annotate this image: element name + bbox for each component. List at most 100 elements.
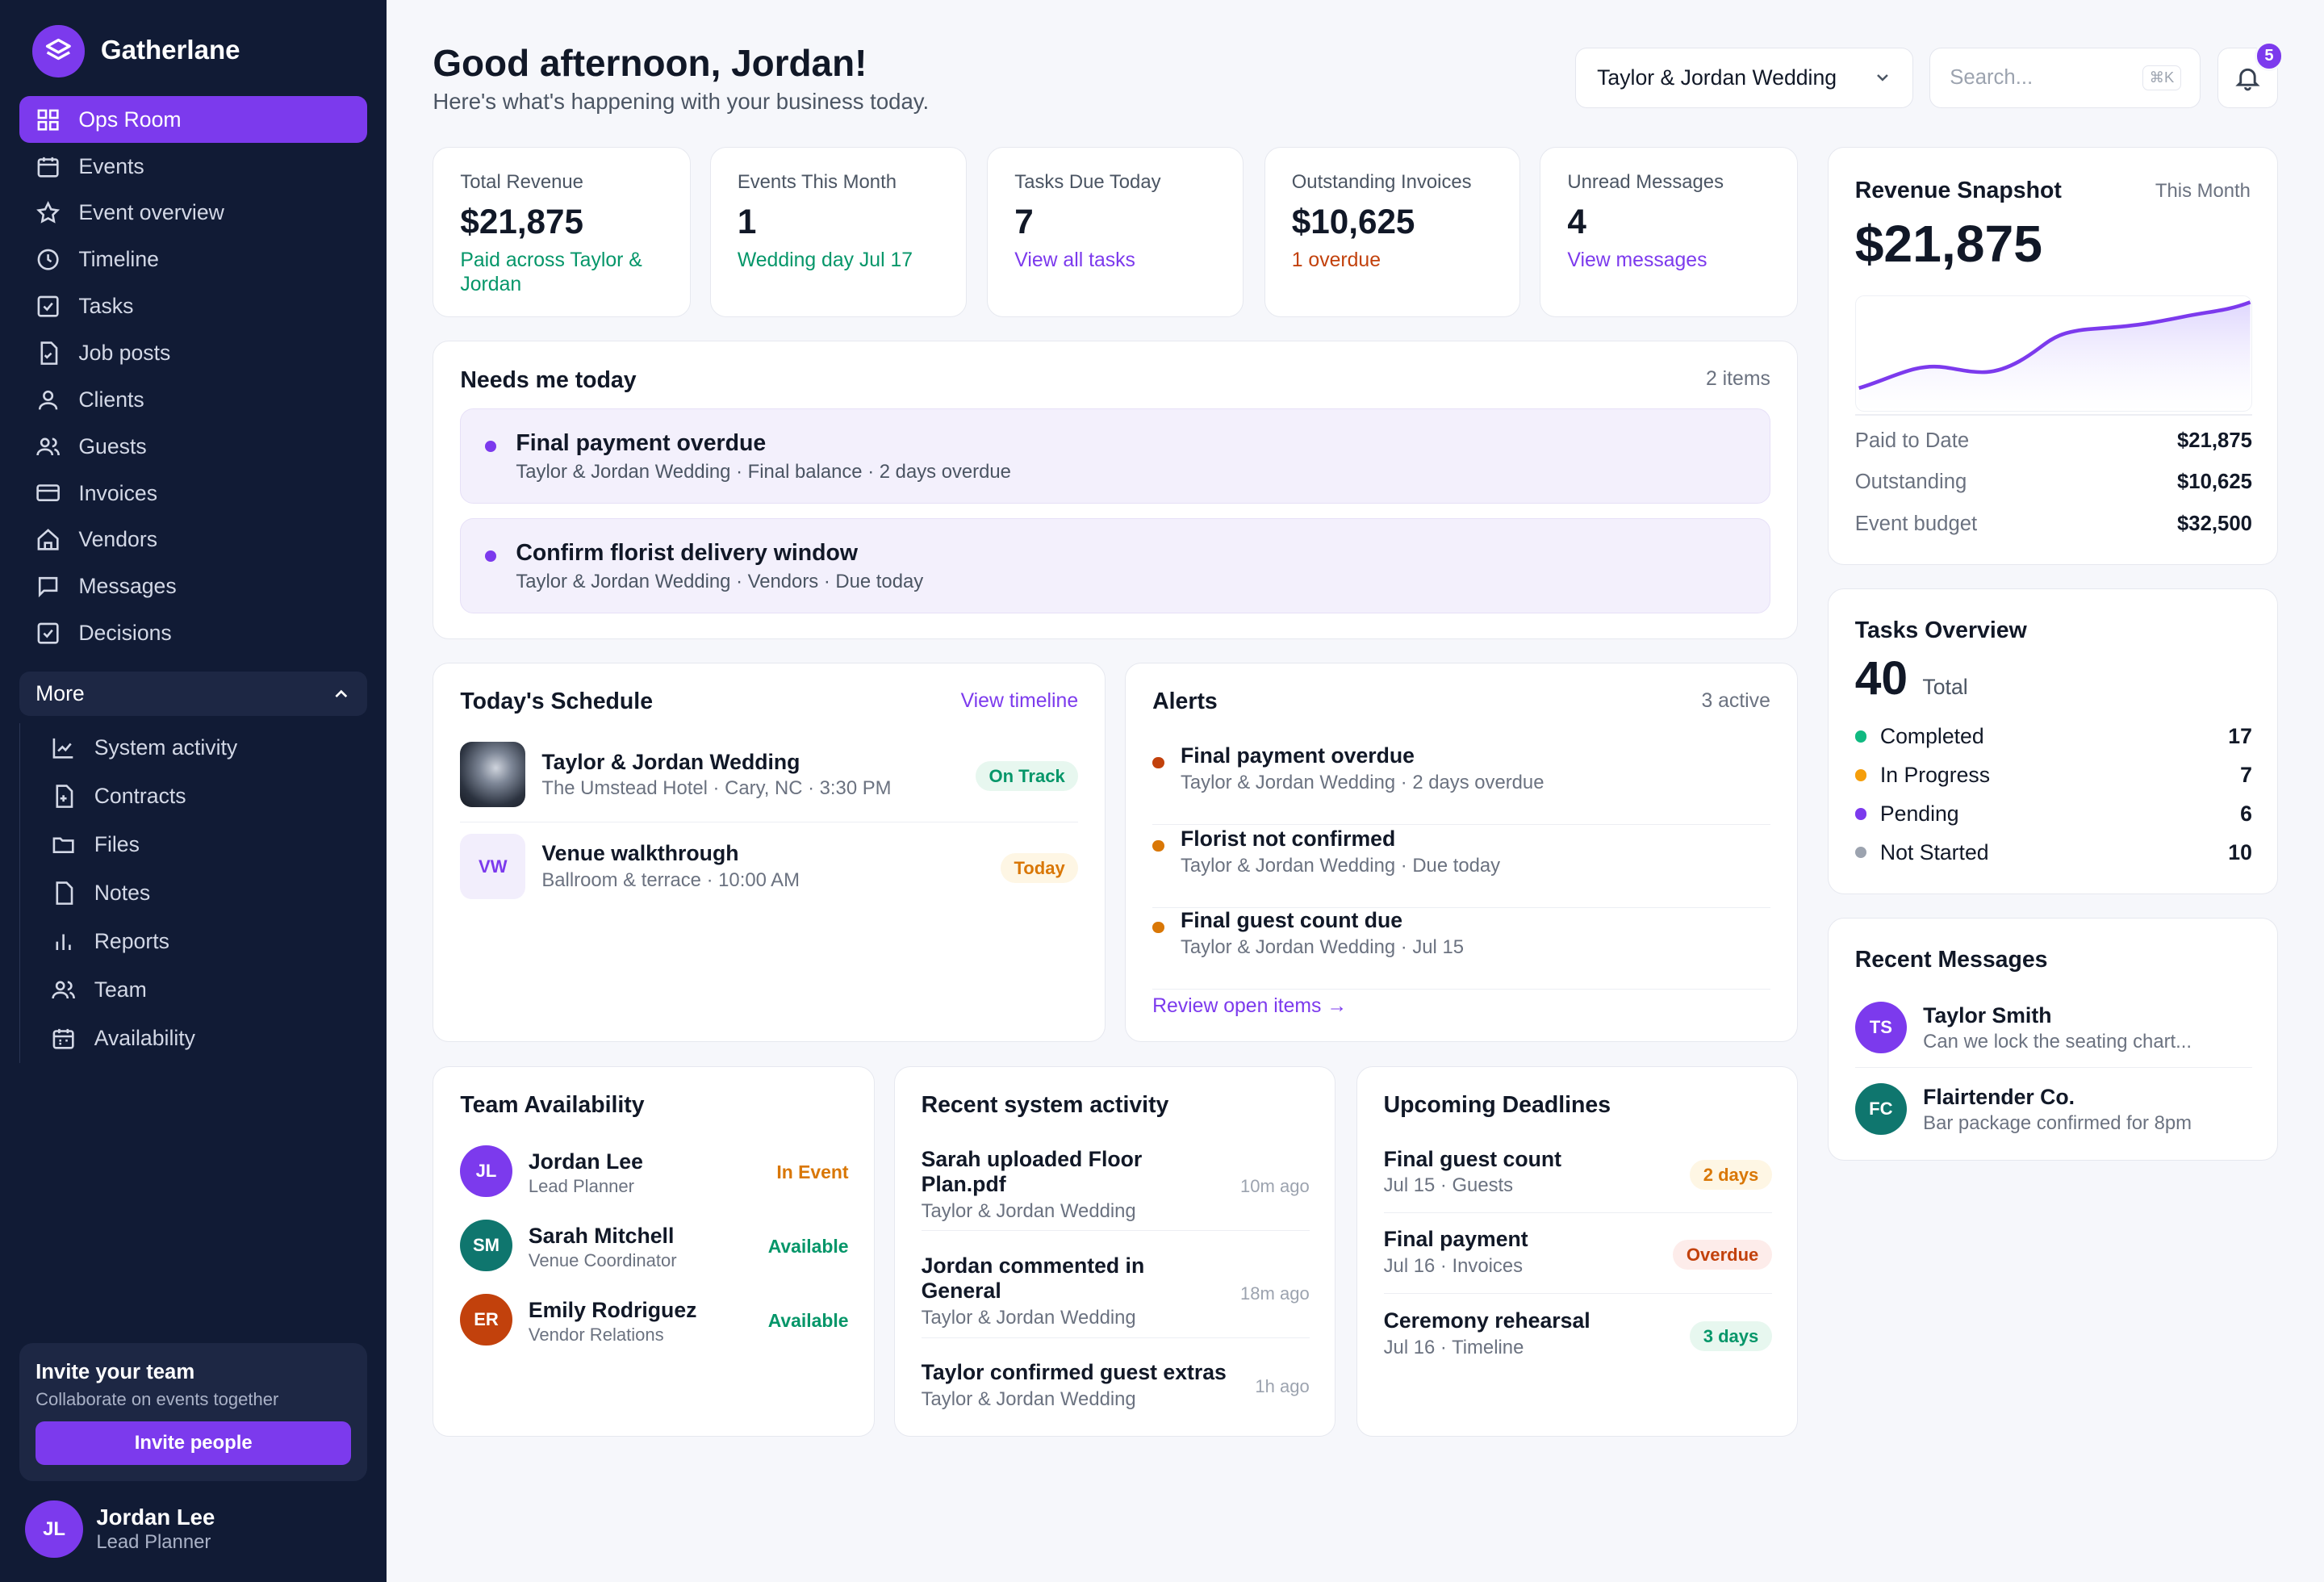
card-title: Team Availability — [460, 1091, 645, 1118]
stat-value: 4 — [1567, 203, 1586, 241]
activity-item[interactable]: Sarah uploaded Floor Plan.pdf Taylor & J… — [921, 1147, 1310, 1232]
view-messages-link[interactable]: View messages — [1567, 249, 1770, 272]
view-timeline-link[interactable]: View timeline — [961, 690, 1079, 713]
card-title: Recent system activity — [921, 1091, 1169, 1118]
deadline-item[interactable]: Ceremony rehearsal Jul 16 · Timeline 3 d… — [1384, 1308, 1772, 1375]
event-selector[interactable]: Taylor & Jordan Wedding — [1575, 47, 1914, 109]
alert-title: Florist not confirmed — [1180, 827, 1396, 852]
need-sub: Taylor & Jordan Wedding · Vendors · Due … — [516, 571, 924, 593]
availability-status: Available — [767, 1309, 849, 1331]
sidebar-item-events[interactable]: Events — [19, 143, 368, 190]
sidebar-item-label: Notes — [94, 880, 151, 905]
stat-sub: 1 overdue — [1291, 249, 1381, 272]
schedule-item[interactable]: Taylor & Jordan Wedding The Umstead Hote… — [460, 742, 1079, 822]
view-all-tasks-link[interactable]: View all tasks — [1014, 249, 1216, 272]
sidebar-item-job-posts[interactable]: Job posts — [19, 330, 368, 377]
sidebar-item-event-overview[interactable]: Event overview — [19, 190, 368, 236]
sidebar-item-team[interactable]: Team — [20, 966, 368, 1015]
sidebar-item-vendors[interactable]: Vendors — [19, 517, 368, 563]
alert-dot — [1152, 756, 1164, 769]
search-input[interactable] — [1950, 65, 2113, 90]
task-status-row[interactable]: Not Started 10 — [1854, 839, 2252, 865]
message-sender: Flairtender Co. — [1923, 1084, 2075, 1109]
current-user[interactable]: JL Jordan Lee Lead Planner — [25, 1500, 215, 1559]
sidebar-item-ops-room[interactable]: Ops Room — [19, 96, 368, 144]
sidebar-item-label: Availability — [94, 1026, 195, 1051]
team-member[interactable]: ER Emily Rodriguez Vendor Relations Avai… — [460, 1293, 849, 1347]
task-status-count: 17 — [2228, 724, 2252, 749]
stat-label: Unread Messages — [1567, 171, 1724, 194]
brand[interactable]: Gatherlane — [32, 25, 240, 77]
notification-count-badge: 5 — [2254, 41, 2284, 72]
stat-card-total-revenue[interactable]: Total Revenue $21,875 Paid across Taylor… — [433, 146, 691, 318]
revenue-row: Paid to Date $21,875 — [1855, 429, 2252, 453]
sidebar-item-clients[interactable]: Clients — [19, 376, 368, 423]
need-item[interactable]: Confirm florist delivery window Taylor &… — [460, 518, 1770, 613]
status-badge: Today — [1000, 853, 1079, 884]
star-icon — [36, 201, 61, 224]
sidebar-item-contracts[interactable]: Contracts — [20, 772, 368, 820]
message-item[interactable]: FC Flairtender Co. Bar package confirmed… — [1854, 1082, 2252, 1144]
deadline-item[interactable]: Final guest count Jul 15 · Guests 2 days — [1383, 1147, 1772, 1214]
sidebar-item-decisions[interactable]: Decisions — [19, 610, 368, 657]
sidebar-item-messages[interactable]: Messages — [19, 563, 368, 610]
task-status-row[interactable]: In Progress 7 — [1854, 763, 2252, 788]
calendar-grid-icon — [53, 1028, 75, 1049]
sidebar-item-label: Events — [78, 153, 144, 178]
schedule-item[interactable]: VW Venue walkthrough Ballroom & terrace … — [460, 834, 1079, 908]
card-title: Today's Schedule — [460, 688, 654, 715]
task-status-row[interactable]: Pending 6 — [1854, 801, 2252, 827]
need-item[interactable]: Final payment overdue Taylor & Jordan We… — [460, 408, 1770, 504]
sidebar-item-invoices[interactable]: Invoices — [19, 470, 368, 517]
task-status-label: Pending — [1879, 801, 1959, 826]
more-section-toggle[interactable]: More — [19, 672, 368, 717]
sidebar-item-availability[interactable]: Availability — [20, 1015, 368, 1063]
status-dot — [1854, 807, 1867, 820]
alert-item[interactable]: Final payment overdue Taylor & Jordan We… — [1152, 743, 1770, 826]
sidebar-item-guests[interactable]: Guests — [19, 423, 368, 470]
invite-people-button[interactable]: Invite people — [36, 1421, 352, 1465]
alert-item[interactable]: Final guest count due Taylor & Jordan We… — [1152, 908, 1770, 990]
sidebar-item-reports[interactable]: Reports — [20, 917, 368, 965]
stat-card-tasks-due-today[interactable]: Tasks Due Today 7 View all tasks — [987, 146, 1244, 318]
schedule-item-sub: The Umstead Hotel · Cary, NC · 3:30 PM — [541, 777, 892, 800]
status-badge: On Track — [975, 761, 1079, 792]
activity-time: 18m ago — [1240, 1283, 1310, 1304]
more-label: More — [36, 681, 85, 706]
task-status-count: 10 — [2228, 839, 2252, 864]
revenue-row-value: $21,875 — [2177, 429, 2252, 452]
alert-sub: Taylor & Jordan Wedding · 2 days overdue — [1180, 771, 1544, 793]
sidebar-item-notes[interactable]: Notes — [20, 868, 368, 917]
needs-me-today-card: Needs me today 2 items Final payment ove… — [433, 341, 1798, 639]
stat-card-unread-messages[interactable]: Unread Messages 4 View messages — [1540, 146, 1798, 318]
deadline-badge: 2 days — [1690, 1160, 1772, 1191]
sidebar-item-label: Ops Room — [78, 107, 182, 132]
stat-card-outstanding-invoices[interactable]: Outstanding Invoices $10,625 1 overdue — [1264, 146, 1521, 318]
stat-value: 7 — [1014, 203, 1034, 241]
status-dot — [1854, 730, 1867, 743]
sidebar-item-system-activity[interactable]: System activity — [20, 723, 368, 772]
stat-sub: Wedding day Jul 17 — [737, 249, 913, 272]
activity-item[interactable]: Jordan commented in General Taylor & Jor… — [921, 1253, 1310, 1338]
task-status-row[interactable]: Completed 17 — [1854, 724, 2252, 749]
sidebar-item-files[interactable]: Files — [20, 820, 368, 868]
sidebar-item-label: Invoices — [78, 480, 158, 505]
activity-time: 1h ago — [1255, 1376, 1310, 1397]
review-open-items-link[interactable]: Review open items → — [1152, 995, 1347, 1018]
message-item[interactable]: TS Taylor Smith Can we lock the seating … — [1854, 1000, 2252, 1069]
message-preview: Can we lock the seating chart... — [1923, 1031, 2192, 1053]
team-member[interactable]: SM Sarah Mitchell Venue Coordinator Avai… — [460, 1219, 849, 1273]
sidebar-item-timeline[interactable]: Timeline — [19, 236, 368, 283]
revenue-row-label: Outstanding — [1854, 471, 1967, 494]
alert-sub: Taylor & Jordan Wedding · Due today — [1180, 854, 1501, 877]
activity-item[interactable]: Taylor confirmed guest extras Taylor & J… — [922, 1360, 1310, 1419]
grid-icon — [37, 109, 59, 131]
need-sub: Taylor & Jordan Wedding · Final balance … — [516, 461, 1011, 483]
revenue-row-label: Event budget — [1854, 512, 1978, 535]
sidebar-item-tasks[interactable]: Tasks — [19, 283, 368, 330]
team-member[interactable]: JL Jordan Lee Lead Planner In Event — [460, 1145, 849, 1199]
stat-card-events-this-month[interactable]: Events This Month 1 Wedding day Jul 17 — [709, 146, 967, 318]
alert-item[interactable]: Florist not confirmed Taylor & Jordan We… — [1152, 827, 1770, 909]
file-plus-icon — [56, 785, 73, 808]
deadline-item[interactable]: Final payment Jul 16 · Invoices Overdue — [1383, 1227, 1772, 1294]
